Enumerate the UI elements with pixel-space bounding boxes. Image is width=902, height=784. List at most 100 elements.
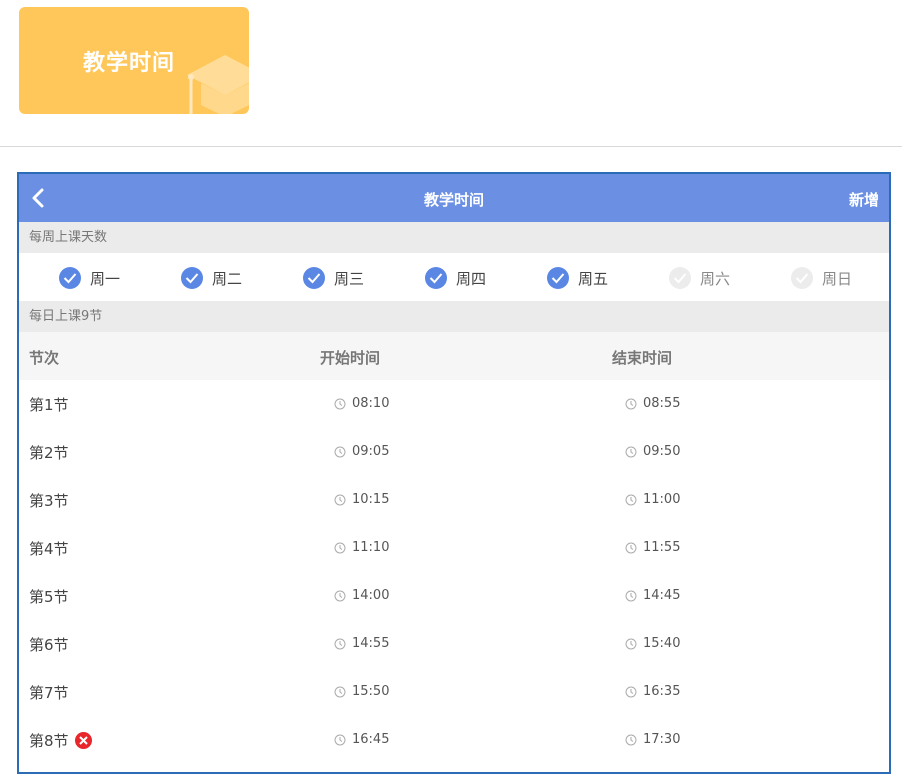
period-name: 第3节 <box>29 492 69 510</box>
weekday-label: 周六 <box>700 269 731 288</box>
start-time-value: 14:55 <box>352 636 390 651</box>
checkmark-icon <box>791 267 813 289</box>
start-time-value: 10:15 <box>352 492 390 507</box>
add-button[interactable]: 新增 <box>849 189 879 210</box>
teaching-time-tile[interactable]: 教学时间 <box>19 7 249 114</box>
weekday-checkbox[interactable]: 周六 <box>669 266 730 290</box>
weekday-label: 周四 <box>456 269 487 288</box>
graduation-cap-icon <box>187 55 249 114</box>
start-time[interactable]: 10:15 <box>334 492 389 507</box>
clock-icon <box>625 734 637 745</box>
clock-icon <box>625 686 637 697</box>
table-row[interactable]: 第3节 10:15 11:00 <box>19 476 889 524</box>
end-time-value: 09:50 <box>643 444 681 459</box>
end-time-value: 14:45 <box>643 588 681 603</box>
table-row[interactable]: 第8节 16:45 17:30 <box>19 716 889 764</box>
end-time[interactable]: 16:35 <box>625 684 680 699</box>
weekday-label: 周日 <box>822 269 853 288</box>
start-time-value: 15:50 <box>352 684 390 699</box>
column-header-end: 结束时间 <box>612 349 673 367</box>
weekday-checkbox[interactable]: 周二 <box>181 266 242 290</box>
checkmark-icon <box>547 267 569 289</box>
weekday-label: 周一 <box>90 269 121 288</box>
weekdays-section-header: 每周上课天数 <box>19 222 889 253</box>
table-row[interactable]: 第2节 09:05 09:50 <box>19 428 889 476</box>
table-row[interactable]: 第6节 14:55 15:40 <box>19 620 889 668</box>
clock-icon <box>334 590 346 601</box>
end-time[interactable]: 15:40 <box>625 636 680 651</box>
checkmark-icon <box>59 267 81 289</box>
clock-icon <box>334 686 346 697</box>
table-row[interactable]: 第4节 11:10 11:55 <box>19 524 889 572</box>
weekday-checkbox[interactable]: 周一 <box>59 266 120 290</box>
end-time[interactable]: 11:00 <box>625 492 680 507</box>
end-time-value: 11:00 <box>643 492 681 507</box>
period-name: 第5节 <box>29 588 69 606</box>
table-row[interactable]: 第1节 08:10 08:55 <box>19 380 889 428</box>
start-time-value: 09:05 <box>352 444 390 459</box>
divider <box>0 146 902 147</box>
clock-icon <box>334 398 346 409</box>
clock-icon <box>625 638 637 649</box>
clock-icon <box>625 446 637 457</box>
start-time[interactable]: 08:10 <box>334 396 389 411</box>
start-time[interactable]: 14:55 <box>334 636 389 651</box>
end-time[interactable]: 11:55 <box>625 540 680 555</box>
clock-icon <box>334 494 346 505</box>
teaching-time-panel: 教学时间 新增 每周上课天数 周一 周二 周三 周四 周五 周六 周日 每日上课… <box>17 172 891 774</box>
periods-section-header: 每日上课9节 <box>19 301 889 332</box>
clock-icon <box>625 590 637 601</box>
clock-icon <box>334 446 346 457</box>
start-time[interactable]: 15:50 <box>334 684 389 699</box>
start-time[interactable]: 14:00 <box>334 588 389 603</box>
start-time-value: 16:45 <box>352 732 390 747</box>
period-name: 第6节 <box>29 636 69 654</box>
period-name: 第1节 <box>29 396 69 414</box>
tile-title: 教学时间 <box>83 51 176 76</box>
period-name: 第7节 <box>29 684 69 702</box>
start-time-value: 08:10 <box>352 396 390 411</box>
checkmark-icon <box>425 267 447 289</box>
period-name: 第4节 <box>29 540 69 558</box>
checkmark-icon <box>669 267 691 289</box>
start-time-value: 11:10 <box>352 540 390 555</box>
weekday-checkbox[interactable]: 周五 <box>547 266 608 290</box>
table-header: 节次 开始时间 结束时间 <box>19 332 889 380</box>
end-time-value: 17:30 <box>643 732 681 747</box>
end-time[interactable]: 17:30 <box>625 732 680 747</box>
clock-icon <box>625 542 637 553</box>
weekday-checkbox[interactable]: 周四 <box>425 266 486 290</box>
column-header-period: 节次 <box>29 349 60 367</box>
navbar: 教学时间 新增 <box>19 174 889 222</box>
weekday-selector: 周一 周二 周三 周四 周五 周六 周日 <box>19 253 889 301</box>
page-title: 教学时间 <box>423 191 484 209</box>
period-name: 第8节 <box>29 730 92 751</box>
start-time[interactable]: 16:45 <box>334 732 389 747</box>
column-header-start: 开始时间 <box>320 349 381 367</box>
end-time-value: 11:55 <box>643 540 681 555</box>
period-name-text: 第8节 <box>29 732 69 750</box>
end-time-value: 08:55 <box>643 396 681 411</box>
weekday-label: 周三 <box>334 269 365 288</box>
table-row[interactable]: 第5节 14:00 14:45 <box>19 572 889 620</box>
start-time-value: 14:00 <box>352 588 390 603</box>
start-time[interactable]: 09:05 <box>334 444 389 459</box>
start-time[interactable]: 11:10 <box>334 540 389 555</box>
clock-icon <box>334 542 346 553</box>
weekday-checkbox[interactable]: 周三 <box>303 266 364 290</box>
checkmark-icon <box>303 267 325 289</box>
end-time-value: 15:40 <box>643 636 681 651</box>
weekday-label: 周五 <box>578 269 609 288</box>
clock-icon <box>625 398 637 409</box>
end-time[interactable]: 09:50 <box>625 444 680 459</box>
clock-icon <box>334 638 346 649</box>
end-time[interactable]: 08:55 <box>625 396 680 411</box>
end-time[interactable]: 14:45 <box>625 588 680 603</box>
delete-icon[interactable] <box>74 732 92 749</box>
table-row[interactable]: 第7节 15:50 16:35 <box>19 668 889 716</box>
clock-icon <box>625 494 637 505</box>
weekday-checkbox[interactable]: 周日 <box>791 266 852 290</box>
checkmark-icon <box>181 267 203 289</box>
period-name: 第2节 <box>29 444 69 462</box>
clock-icon <box>334 734 346 745</box>
